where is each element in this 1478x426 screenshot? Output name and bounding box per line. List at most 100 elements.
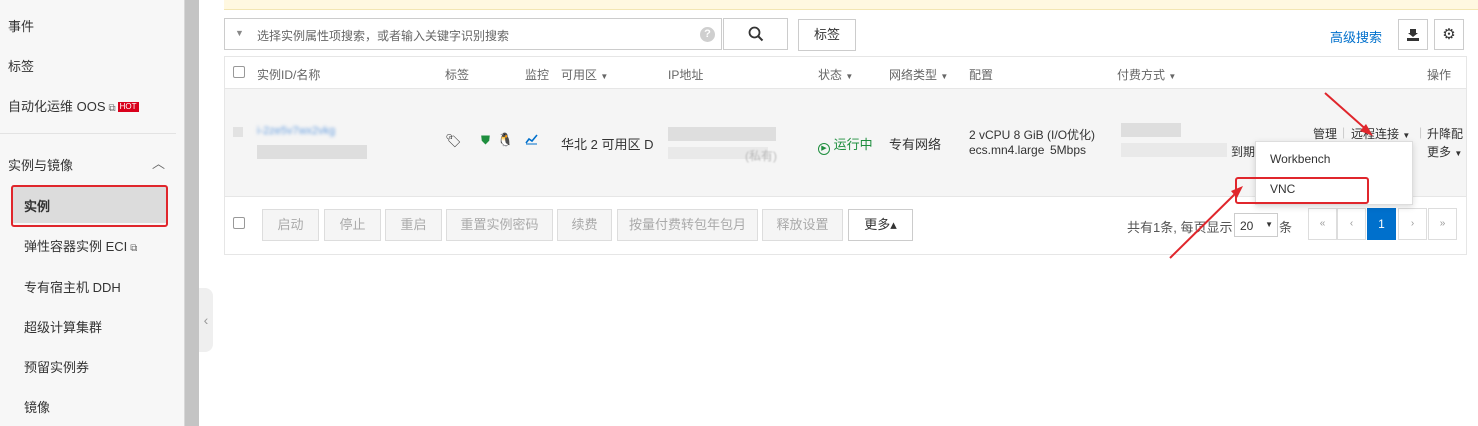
sidebar-item-eci[interactable]: 弹性容器实例 ECI ⧉ xyxy=(0,236,184,255)
annotation-box-instances xyxy=(11,185,168,227)
ip-redacted xyxy=(668,127,776,141)
shield-icon[interactable]: ⛊ xyxy=(481,133,490,148)
more-label: 更多 xyxy=(1427,145,1452,159)
page-size-select[interactable]: 20 ▼ xyxy=(1234,213,1278,237)
sidebar-item-label: 自动化运维 OOS xyxy=(8,99,106,114)
sidebar-item-events[interactable]: 事件 xyxy=(0,16,184,35)
billing-redacted-2 xyxy=(1121,143,1227,157)
sidebar-group-label: 实例与镜像 xyxy=(8,158,74,173)
notice-banner xyxy=(224,0,1478,10)
status-label: 运行中 xyxy=(833,137,873,152)
settings-button[interactable]: ⚙ xyxy=(1434,19,1464,50)
action-divider: | xyxy=(1342,125,1346,139)
caret-down-icon: ▼ xyxy=(600,72,609,81)
restart-button[interactable]: 重启 xyxy=(385,209,442,241)
col-label: 付费方式 xyxy=(1117,68,1166,82)
remote-connect-label: 远程连接 xyxy=(1351,127,1400,141)
caret-down-icon: ▼ xyxy=(1402,131,1411,140)
sidebar-item-oos[interactable]: 自动化运维 OOS ⧉ HOT xyxy=(0,96,184,115)
gear-icon: ⚙ xyxy=(1442,26,1456,43)
sidebar-item-ddh[interactable]: 专有宿主机 DDH xyxy=(0,277,184,296)
manage-link[interactable]: 管理 xyxy=(1313,125,1337,142)
col-network[interactable]: 网络类型 ▼ xyxy=(889,66,948,83)
col-status[interactable]: 状态 ▼ xyxy=(818,66,853,83)
status-badge: ▶ 运行中 xyxy=(818,134,873,155)
prev-page-button[interactable]: ‹ xyxy=(1337,208,1366,240)
billing-redacted xyxy=(1121,123,1181,137)
bulk-more-button[interactable]: 更多▴ xyxy=(848,209,913,241)
first-page-button[interactable]: « xyxy=(1308,208,1337,240)
more-actions-link[interactable]: 更多 ▼ xyxy=(1427,143,1462,160)
caret-down-icon: ▼ xyxy=(1454,149,1463,158)
stop-button[interactable]: 停止 xyxy=(324,209,381,241)
caret-down-icon: ▼ xyxy=(1265,220,1273,229)
tag-icon[interactable]: 🏷 xyxy=(445,133,462,149)
pagination-summary: 共有1条, 每页显示 xyxy=(1127,220,1233,235)
col-monitor: 监控 xyxy=(525,68,550,82)
start-button[interactable]: 启动 xyxy=(262,209,319,241)
zone-value: 华北 2 可用区 D xyxy=(561,137,654,152)
sidebar-item-label: 事件 xyxy=(8,19,35,34)
search-placeholder: 选择实例属性项搜索，或者输入关键字识别搜索 xyxy=(257,29,510,43)
footer-select-all-checkbox[interactable] xyxy=(233,217,245,229)
sidebar-item-scc[interactable]: 超级计算集群 xyxy=(0,317,184,336)
col-label: 状态 xyxy=(818,68,843,82)
chevron-left-icon: ‹ xyxy=(203,312,209,328)
ip-private-suffix: (私有) xyxy=(745,149,777,163)
sidebar-divider xyxy=(0,133,176,134)
col-instance-id: 实例ID/名称 xyxy=(257,68,321,82)
sidebar-item-label: 镜像 xyxy=(24,400,51,415)
remote-connect-link[interactable]: 远程连接 ▼ xyxy=(1351,125,1410,142)
sidebar-group-instances-images[interactable]: 实例与镜像 ︿ xyxy=(0,155,184,174)
release-settings-button[interactable]: 释放设置 xyxy=(762,209,843,241)
instance-id-link[interactable]: i-2ze5v7wx2vkg xyxy=(257,125,335,137)
search-input[interactable]: ▼ 选择实例属性项搜索，或者输入关键字识别搜索 ? xyxy=(224,18,722,50)
col-billing[interactable]: 付费方式 ▼ xyxy=(1117,66,1176,83)
sidebar-item-reserved[interactable]: 预留实例券 xyxy=(0,357,184,376)
select-all-checkbox[interactable] xyxy=(233,66,245,78)
play-circle-icon: ▶ xyxy=(818,143,830,155)
instance-name-redacted xyxy=(257,145,367,159)
row-checkbox-blurred[interactable] xyxy=(233,127,243,137)
renew-button[interactable]: 续费 xyxy=(557,209,612,241)
convert-billing-button[interactable]: 按量付费转包年包月 xyxy=(617,209,758,241)
action-divider: | xyxy=(1419,125,1423,139)
external-link-icon: ⧉ xyxy=(130,243,138,254)
network-value: 专有网络 xyxy=(889,137,942,152)
sidebar-item-label: 专有宿主机 DDH xyxy=(24,280,121,295)
col-zone[interactable]: 可用区 ▼ xyxy=(561,66,608,83)
advanced-search-link[interactable]: 高级搜索 xyxy=(1330,27,1382,46)
sidebar-item-images[interactable]: 镜像 xyxy=(0,397,184,416)
col-label: 可用区 xyxy=(561,68,598,82)
tag-filter-button[interactable]: 标签 xyxy=(798,19,856,51)
reset-password-button[interactable]: 重置实例密码 xyxy=(446,209,553,241)
col-tags: 标签 xyxy=(445,68,470,82)
chart-line-icon xyxy=(525,134,538,145)
last-page-button[interactable]: » xyxy=(1428,208,1457,240)
billing-expiry-label: 到期 xyxy=(1231,145,1256,159)
sidebar-item-tags[interactable]: 标签 xyxy=(0,56,184,75)
chevron-up-icon: ︿ xyxy=(152,156,166,171)
export-button[interactable] xyxy=(1398,19,1428,50)
upgrade-link[interactable]: 升降配 xyxy=(1427,125,1463,142)
bandwidth-value: 5Mbps xyxy=(1050,143,1087,157)
instance-type-link[interactable]: ecs.mn4.large xyxy=(969,143,1044,157)
search-icon xyxy=(748,26,763,42)
caret-down-icon[interactable]: ▼ xyxy=(235,28,244,38)
col-label: 网络类型 xyxy=(889,68,938,82)
pagination-unit: 条 xyxy=(1279,220,1293,235)
menu-item-workbench[interactable]: Workbench xyxy=(1270,152,1330,166)
sidebar-collapse-handle[interactable]: ‹ xyxy=(199,288,213,352)
sidebar-scrollbar-thumb[interactable] xyxy=(185,0,199,426)
page-1-button[interactable]: 1 xyxy=(1367,208,1396,240)
linux-icon: 🐧 xyxy=(497,132,514,147)
next-page-button[interactable]: › xyxy=(1398,208,1427,240)
col-config: 配置 xyxy=(969,68,994,82)
sidebar-item-label: 标签 xyxy=(8,59,35,74)
monitor-chart-icon[interactable] xyxy=(525,133,538,148)
caret-down-icon: ▼ xyxy=(845,72,854,81)
search-button[interactable] xyxy=(723,18,788,50)
sidebar-item-label: 弹性容器实例 ECI xyxy=(24,239,128,254)
export-icon xyxy=(1407,29,1419,41)
help-icon[interactable]: ? xyxy=(700,27,715,42)
